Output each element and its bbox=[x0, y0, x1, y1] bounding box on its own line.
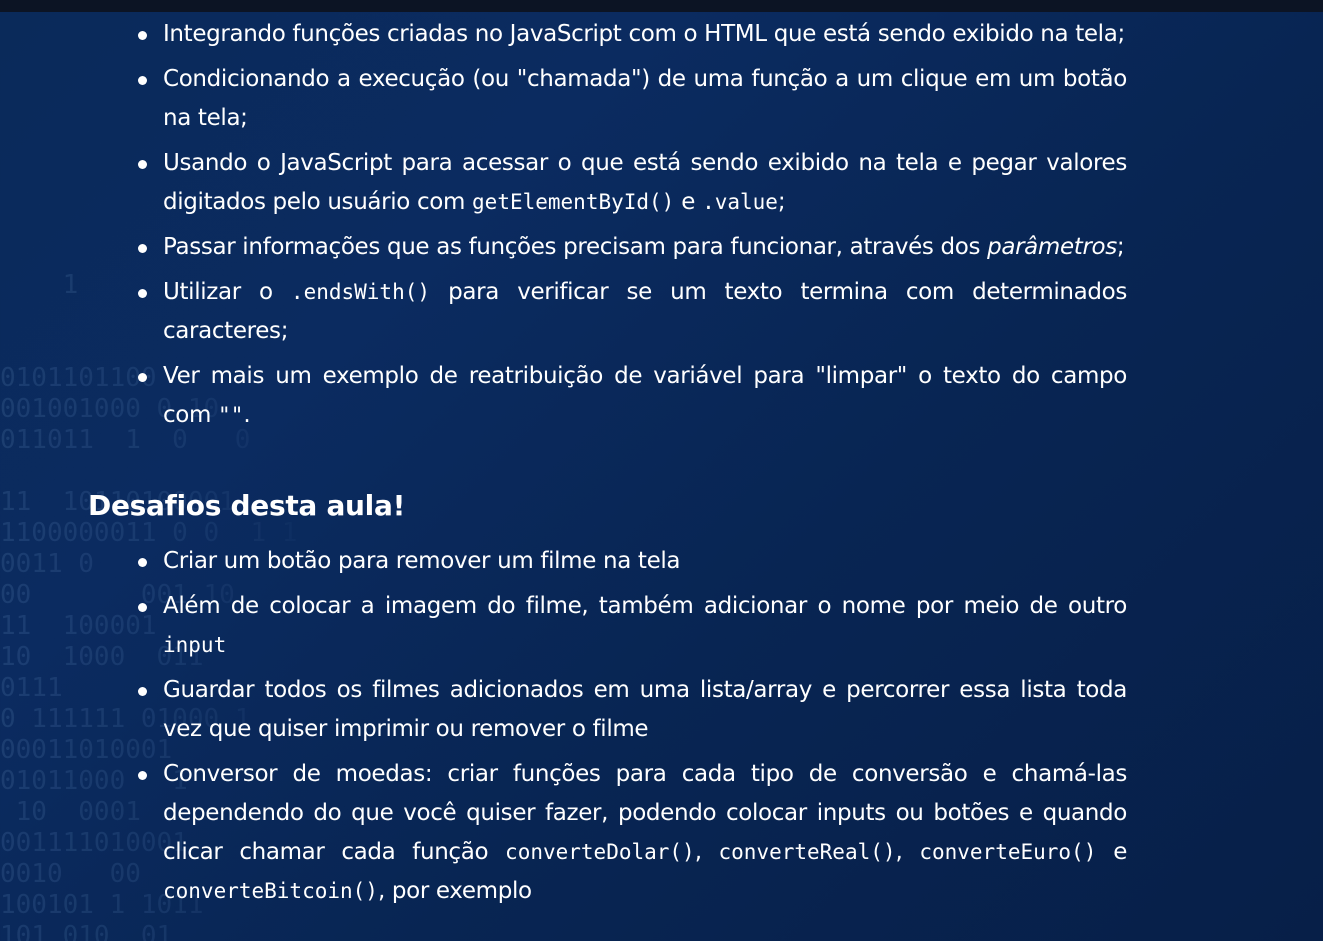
list-item-text: , bbox=[895, 839, 920, 865]
top-bar bbox=[0, 0, 1323, 12]
list-item-text: , por exemplo bbox=[377, 878, 532, 904]
list-item-text: Criar um botão para remover um filme na … bbox=[163, 548, 681, 574]
list-item: Integrando funções criadas no JavaScript… bbox=[138, 15, 1127, 54]
list-item: Guardar todos os filmes adicionados em u… bbox=[138, 671, 1127, 749]
list-item-text: Integrando funções criadas no JavaScript… bbox=[163, 21, 1125, 47]
list-item: Utilizar o .endsWith() para verificar se… bbox=[138, 273, 1127, 351]
list-item-text: e bbox=[1096, 839, 1127, 865]
list-item-text: Guardar todos os filmes adicionados em u… bbox=[163, 677, 1127, 742]
list-item-text: ; bbox=[777, 189, 786, 215]
list-item: Passar informações que as funções precis… bbox=[138, 228, 1127, 267]
list-item: Condicionando a execução (ou "chamada") … bbox=[138, 60, 1127, 138]
list-item-text: Além de colocar a imagem do filme, també… bbox=[163, 593, 1127, 619]
lesson-content: Integrando funções criadas no JavaScript… bbox=[0, 12, 1323, 917]
list-item: Ver mais um exemplo de reatribuição de v… bbox=[138, 357, 1127, 435]
inline-code: converteBitcoin() bbox=[163, 879, 378, 903]
emphasized-text: parâmetros bbox=[987, 234, 1117, 260]
challenges-heading: Desafios desta aula! bbox=[88, 489, 406, 522]
inline-code: converteEuro() bbox=[919, 840, 1097, 864]
list-item: Criar um botão para remover um filme na … bbox=[138, 542, 1127, 581]
inline-code: .value bbox=[702, 190, 778, 214]
list-item: Além de colocar a imagem do filme, també… bbox=[138, 587, 1127, 665]
inline-code: getElementById() bbox=[472, 190, 675, 214]
list-item: Usando o JavaScript para acessar o que e… bbox=[138, 144, 1127, 222]
inline-code: "" bbox=[218, 403, 244, 427]
inline-code: converteReal() bbox=[718, 840, 896, 864]
challenges-list: Criar um botão para remover um filme na … bbox=[0, 542, 1323, 911]
inline-code: converteDolar() bbox=[505, 840, 695, 864]
list-item-text: ; bbox=[1116, 234, 1125, 260]
list-item-text: Passar informações que as funções precis… bbox=[163, 234, 988, 260]
list-item-text: Condicionando a execução (ou "chamada") … bbox=[163, 66, 1127, 131]
list-item-text: Ver mais um exemplo de reatribuição de v… bbox=[163, 363, 1127, 428]
list-item: Conversor de moedas: criar funções para … bbox=[138, 755, 1127, 911]
list-item-text: . bbox=[243, 402, 251, 428]
list-item-text: , bbox=[694, 839, 719, 865]
inline-code: .endsWith() bbox=[290, 280, 430, 304]
inline-code: input bbox=[163, 633, 227, 657]
list-item-text: e bbox=[674, 189, 703, 215]
lesson-summary-list: Integrando funções criadas no JavaScript… bbox=[0, 15, 1323, 435]
list-item-text: Utilizar o bbox=[163, 279, 291, 305]
